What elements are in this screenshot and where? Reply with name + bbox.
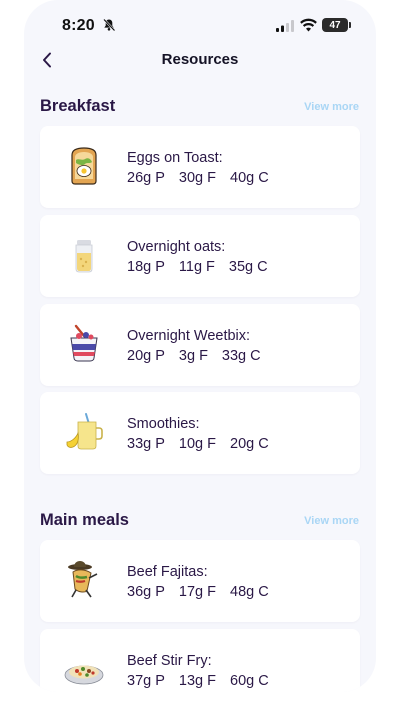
phone-screen: 8:20 47 Resources Breakfast View more Eg… bbox=[24, 0, 376, 692]
overnight-oats-icon bbox=[75, 240, 93, 273]
protein-value: 33g P bbox=[127, 436, 165, 452]
protein-value: 18g P bbox=[127, 259, 165, 275]
parfait-icon bbox=[70, 324, 98, 362]
view-more-link[interactable]: View more bbox=[304, 101, 359, 113]
carbs-value: 40g C bbox=[230, 170, 269, 186]
recipe-card-eggs-on-toast[interactable]: Eggs on Toast: 26g P 30g F 40g C bbox=[40, 126, 360, 208]
view-more-link[interactable]: View more bbox=[304, 515, 359, 527]
recipe-macros: 33g P 10g F 20g C bbox=[127, 436, 283, 452]
battery-level: 47 bbox=[329, 19, 341, 31]
carbs-value: 48g C bbox=[230, 584, 269, 600]
recipe-name: Beef Fajitas: bbox=[127, 564, 208, 580]
recipe-name: Smoothies: bbox=[127, 416, 200, 432]
recipe-card-overnight-weetbix[interactable]: Overnight Weetbix: 20g P 3g F 33g C bbox=[40, 304, 360, 386]
protein-value: 20g P bbox=[127, 348, 165, 364]
cellular-signal-icon bbox=[276, 20, 294, 32]
section-header-breakfast: Breakfast View more bbox=[40, 97, 359, 119]
fat-value: 11g F bbox=[178, 259, 215, 275]
section-title: Main meals bbox=[40, 511, 129, 529]
fajita-icon bbox=[68, 561, 98, 598]
recipe-card-overnight-oats[interactable]: Overnight oats: 18g P 11g F 35g C bbox=[40, 215, 360, 297]
recipe-macros: 26g P 30g F 40g C bbox=[127, 170, 283, 186]
fat-value: 13g F bbox=[178, 673, 216, 689]
status-time: 8:20 bbox=[62, 17, 95, 34]
fat-value: 3g F bbox=[178, 348, 208, 364]
recipe-macros: 18g P 11g F 35g C bbox=[127, 259, 282, 275]
recipe-macros: 37g P 13g F 60g C bbox=[127, 673, 283, 689]
fat-value: 17g F bbox=[178, 584, 216, 600]
protein-value: 37g P bbox=[127, 673, 165, 689]
bell-muted-icon bbox=[103, 18, 116, 32]
recipe-name: Overnight Weetbix: bbox=[127, 328, 251, 344]
nav-header: Resources bbox=[24, 44, 376, 76]
protein-value: 36g P bbox=[127, 584, 165, 600]
fat-value: 10g F bbox=[178, 436, 216, 452]
recipe-card-beef-stir-fry[interactable]: Beef Stir Fry: 37g P 13g F 60g C bbox=[40, 629, 360, 692]
carbs-value: 35g C bbox=[228, 259, 268, 275]
recipe-card-beef-fajitas[interactable]: Beef Fajitas: 36g P 17g F 48g C bbox=[40, 540, 360, 622]
section-title: Breakfast bbox=[40, 97, 116, 115]
stir-fry-icon bbox=[64, 665, 104, 685]
recipe-macros: 20g P 3g F 33g C bbox=[127, 348, 275, 364]
recipe-name: Beef Stir Fry: bbox=[127, 653, 212, 669]
recipe-macros: 36g P 17g F 48g C bbox=[127, 584, 283, 600]
protein-value: 26g P bbox=[127, 170, 165, 186]
carbs-value: 33g C bbox=[221, 348, 261, 364]
carbs-value: 60g C bbox=[230, 673, 269, 689]
recipe-card-smoothies[interactable]: Smoothies: 33g P 10g F 20g C bbox=[40, 392, 360, 474]
wifi-icon bbox=[300, 18, 317, 32]
page-title: Resources bbox=[161, 51, 239, 68]
recipe-name: Overnight oats: bbox=[127, 239, 226, 255]
battery-indicator: 47 bbox=[322, 18, 351, 32]
smoothie-icon bbox=[66, 413, 103, 450]
section-header-main-meals: Main meals View more bbox=[40, 511, 359, 533]
status-bar: 8:20 47 bbox=[24, 0, 376, 48]
carbs-value: 20g C bbox=[230, 436, 269, 452]
fat-value: 30g F bbox=[178, 170, 216, 186]
eggs-on-toast-icon bbox=[71, 147, 97, 185]
recipe-name: Eggs on Toast: bbox=[127, 150, 223, 166]
